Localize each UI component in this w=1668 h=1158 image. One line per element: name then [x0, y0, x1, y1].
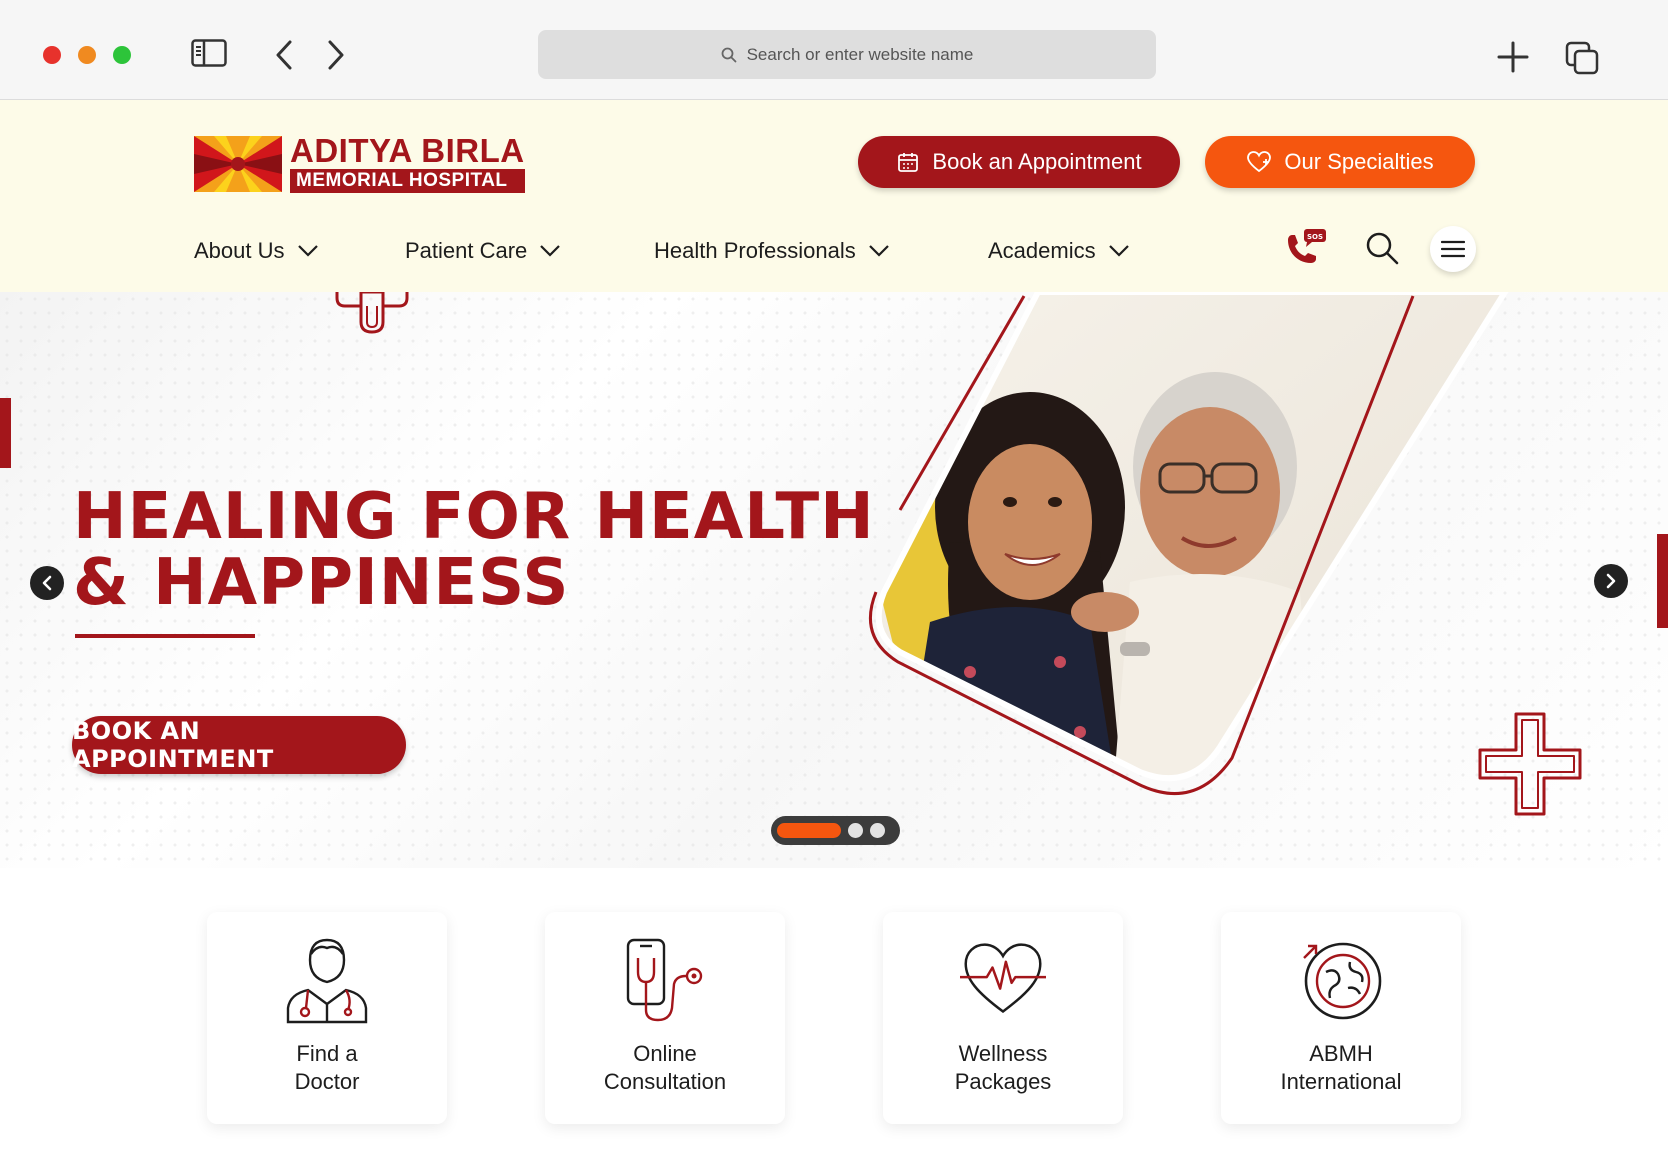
minimize-window-button[interactable]	[78, 46, 96, 64]
quick-link-label-line1: Online	[633, 1041, 697, 1066]
forward-arrow-icon[interactable]	[322, 38, 350, 72]
heart-pulse-icon	[960, 934, 1046, 1024]
doctor-icon	[284, 934, 370, 1024]
quick-link-label-line1: Find a	[296, 1041, 358, 1066]
quick-link-label: Wellness Packages	[908, 1040, 1098, 1096]
nav-health-professionals[interactable]: Health Professionals	[654, 238, 890, 264]
quick-link-label-line2: Doctor	[294, 1069, 360, 1094]
carousel-next-button[interactable]	[1594, 564, 1628, 598]
chevron-down-icon	[540, 245, 561, 257]
quick-link-label: ABMH International	[1246, 1040, 1436, 1096]
hero-photo-frame	[868, 292, 1509, 796]
close-window-button[interactable]	[43, 46, 61, 64]
quick-link-label: Find a Doctor	[232, 1040, 422, 1096]
hero-title-line2: & HAPPINESS	[73, 546, 570, 620]
site-search-icon[interactable]	[1364, 230, 1400, 266]
quick-link-find-doctor[interactable]: Find a Doctor	[207, 912, 447, 1124]
medical-cross-icon	[335, 292, 409, 334]
hero-photo	[878, 292, 1505, 779]
book-appointment-label: Book an Appointment	[932, 149, 1142, 174]
chevron-right-icon	[1606, 573, 1616, 589]
quick-link-online-consultation[interactable]: Online Consultation	[545, 912, 785, 1124]
back-arrow-icon[interactable]	[270, 38, 298, 72]
nav-about-us[interactable]: About Us	[194, 238, 319, 264]
chevron-down-icon	[1108, 245, 1129, 257]
hero-book-appointment-button[interactable]: BOOK AN APPOINTMENT	[72, 716, 406, 774]
nav-patient-care-label: Patient Care	[405, 238, 528, 263]
carousel-prev-button[interactable]	[30, 566, 64, 600]
nav-patient-care[interactable]: Patient Care	[405, 238, 561, 264]
phone-stethoscope-icon	[622, 934, 708, 1024]
carousel-pagination	[771, 816, 900, 845]
logo-line1: ADITYA BIRLA	[290, 131, 525, 169]
logo-line2: MEMORIAL HOSPITAL	[290, 168, 525, 193]
medical-cross-icon	[1478, 712, 1582, 816]
nav-about-us-label: About Us	[194, 238, 285, 263]
hero-title-line1: HEALING FOR HEALTH	[73, 480, 875, 554]
chevron-down-icon	[297, 245, 318, 257]
hero-book-appointment-label: BOOK AN APPOINTMENT	[72, 717, 274, 773]
quick-link-label-line1: Wellness	[958, 1041, 1048, 1066]
heart-plus-icon	[1247, 151, 1272, 173]
carousel-dot[interactable]	[870, 823, 885, 838]
sos-phone-icon[interactable]: SOS	[1282, 228, 1328, 268]
globe-icon	[1298, 934, 1384, 1024]
tab-overview-icon[interactable]	[1564, 40, 1600, 76]
carousel-dot[interactable]	[848, 823, 863, 838]
quick-link-abmh-international[interactable]: ABMH International	[1221, 912, 1461, 1124]
quick-link-label-line2: International	[1280, 1069, 1402, 1094]
chevron-down-icon	[869, 245, 889, 257]
our-specialties-button[interactable]: Our Specialties	[1205, 136, 1475, 188]
slide-accent-right	[1657, 534, 1668, 628]
quick-link-label-line2: Consultation	[603, 1069, 727, 1094]
calendar-icon	[898, 153, 919, 172]
hamburger-menu-icon	[1441, 240, 1465, 258]
nav-academics[interactable]: Academics	[988, 238, 1130, 264]
our-specialties-label: Our Specialties	[1284, 149, 1434, 174]
hero-title-underline	[75, 634, 255, 638]
site-header: ADITYA BIRLA MEMORIAL HOSPITAL Book an A…	[0, 100, 1668, 292]
browser-window: Search or enter website name ADITYA BIRL…	[0, 0, 1668, 1158]
hero-carousel: HEALING FOR HEALTH & HAPPINESS BOOK AN A…	[0, 292, 1668, 868]
logo-mark-icon	[194, 136, 282, 192]
search-icon	[721, 47, 736, 62]
chevron-left-icon	[42, 575, 52, 591]
nav-academics-label: Academics	[988, 238, 1096, 263]
maximize-window-button[interactable]	[113, 46, 131, 64]
nav-health-professionals-label: Health Professionals	[654, 238, 856, 263]
quick-link-label: Online Consultation	[570, 1040, 760, 1096]
book-appointment-button[interactable]: Book an Appointment	[858, 136, 1180, 188]
quick-link-label-line2: Packages	[954, 1069, 1052, 1094]
address-bar-placeholder: Search or enter website name	[746, 44, 974, 64]
slide-accent-left	[0, 398, 11, 468]
quick-links: Find a Doctor Online Consultation Wellne…	[0, 868, 1668, 1158]
new-tab-icon[interactable]	[1496, 40, 1530, 74]
address-bar[interactable]: Search or enter website name	[538, 30, 1156, 79]
quick-link-wellness-packages[interactable]: Wellness Packages	[883, 912, 1123, 1124]
carousel-dot-active[interactable]	[777, 823, 841, 838]
sidebar-toggle-icon[interactable]	[190, 38, 228, 68]
hero-title: HEALING FOR HEALTH & HAPPINESS	[73, 484, 875, 616]
hamburger-menu-button[interactable]	[1430, 226, 1476, 272]
sos-badge-text: SOS	[1307, 233, 1323, 241]
hospital-logo[interactable]: ADITYA BIRLA MEMORIAL HOSPITAL	[194, 131, 525, 193]
quick-link-label-line1: ABMH	[1309, 1041, 1373, 1066]
browser-toolbar: Search or enter website name	[0, 0, 1668, 100]
